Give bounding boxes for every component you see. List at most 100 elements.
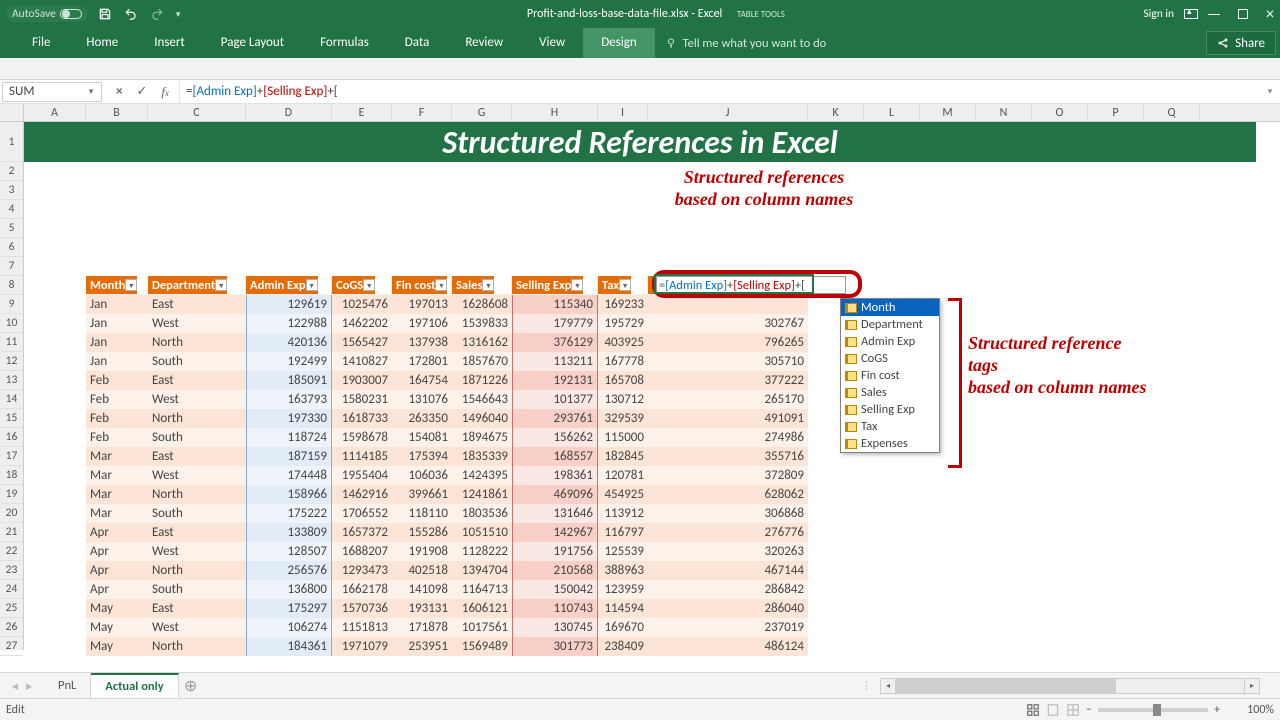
table-cell[interactable]: 301773 — [512, 637, 598, 656]
table-cell[interactable]: Jan — [86, 314, 148, 333]
row-header[interactable]: 24 — [0, 580, 23, 599]
table-cell[interactable]: Apr — [86, 523, 148, 542]
table-cell[interactable]: 164754 — [392, 371, 452, 390]
row-header[interactable]: 14 — [0, 390, 23, 409]
zoom-in-icon[interactable]: + — [1214, 703, 1220, 717]
table-cell[interactable]: 116797 — [598, 523, 648, 542]
accept-formula-icon[interactable]: ✓ — [136, 84, 147, 99]
table-cell[interactable]: 156262 — [512, 428, 598, 447]
table-cell[interactable]: 1835339 — [452, 447, 512, 466]
table-cell[interactable]: 1293473 — [332, 561, 392, 580]
intellisense-dropdown[interactable]: MonthDepartmentAdmin ExpCoGSFin costSale… — [840, 298, 940, 453]
table-header[interactable]: Tax▼ — [598, 276, 648, 295]
close-icon[interactable]: × — [1266, 5, 1274, 24]
table-cell[interactable]: 154081 — [392, 428, 452, 447]
table-cell[interactable]: East — [148, 523, 246, 542]
table-cell[interactable]: 131076 — [392, 390, 452, 409]
row-header[interactable]: 17 — [0, 447, 23, 466]
table-cell[interactable]: 118724 — [246, 428, 332, 447]
table-cell[interactable]: 136800 — [246, 580, 332, 599]
row-header[interactable]: 6 — [0, 238, 23, 257]
column-header[interactable]: D — [246, 104, 332, 122]
table-cell[interactable]: 1164713 — [452, 580, 512, 599]
table-cell[interactable]: 1410827 — [332, 352, 392, 371]
column-header[interactable]: I — [598, 104, 648, 122]
intellisense-item[interactable]: CoGS — [841, 350, 939, 367]
table-cell[interactable]: Mar — [86, 466, 148, 485]
table-cell[interactable]: 486124 — [648, 637, 808, 656]
horizontal-scrollbar[interactable]: ◂ ▸ — [880, 678, 1260, 694]
filter-dropdown-icon[interactable]: ▼ — [215, 279, 227, 291]
tab-insert[interactable]: Insert — [136, 28, 203, 58]
row-header[interactable]: 4 — [0, 200, 23, 219]
table-cell[interactable]: West — [148, 618, 246, 637]
spreadsheet-grid[interactable]: ABCDEFGHIJKLMNOPQ 1234567891011121314151… — [0, 104, 1280, 698]
table-cell[interactable]: 305710 — [648, 352, 808, 371]
fx-icon[interactable]: fx — [161, 84, 169, 100]
table-cell[interactable]: 274986 — [648, 428, 808, 447]
table-cell[interactable]: 1051510 — [452, 523, 512, 542]
table-cell[interactable]: 114594 — [598, 599, 648, 618]
table-cell[interactable]: 110743 — [512, 599, 598, 618]
row-header[interactable]: 15 — [0, 409, 23, 428]
table-cell[interactable]: 169670 — [598, 618, 648, 637]
intellisense-item[interactable]: Fin cost — [841, 367, 939, 384]
table-cell[interactable]: 1151813 — [332, 618, 392, 637]
table-cell[interactable]: 137938 — [392, 333, 452, 352]
tab-data[interactable]: Data — [387, 28, 448, 58]
table-cell[interactable]: 191756 — [512, 542, 598, 561]
row-header[interactable]: 13 — [0, 371, 23, 390]
table-header[interactable]: Sales▼ — [452, 276, 512, 295]
column-header[interactable]: F — [392, 104, 452, 122]
view-normal-icon[interactable] — [1026, 703, 1040, 717]
intellisense-item[interactable]: Tax — [841, 418, 939, 435]
table-cell[interactable]: 195729 — [598, 314, 648, 333]
sheet-tab-actual-only[interactable]: Actual only — [91, 673, 178, 698]
row-header[interactable]: 26 — [0, 618, 23, 637]
table-cell[interactable]: 491091 — [648, 409, 808, 428]
table-cell[interactable]: 191908 — [392, 542, 452, 561]
column-header[interactable]: A — [24, 104, 86, 122]
tell-me-input[interactable]: Tell me what you want to do — [665, 28, 827, 58]
table-cell[interactable]: 187159 — [246, 447, 332, 466]
table-cell[interactable]: 185091 — [246, 371, 332, 390]
table-cell[interactable]: 372809 — [648, 466, 808, 485]
filter-dropdown-icon[interactable]: ▼ — [435, 279, 447, 291]
table-cell[interactable]: 133809 — [246, 523, 332, 542]
table-cell[interactable]: 1539833 — [452, 314, 512, 333]
column-header[interactable]: Q — [1144, 104, 1200, 122]
table-cell[interactable]: 175394 — [392, 447, 452, 466]
table-cell[interactable]: 1565427 — [332, 333, 392, 352]
row-header[interactable]: 27 — [0, 637, 23, 656]
table-cell[interactable]: 355716 — [648, 447, 808, 466]
intellisense-item[interactable]: Month — [841, 299, 939, 316]
table-cell[interactable]: 118110 — [392, 504, 452, 523]
table-cell[interactable]: 142967 — [512, 523, 598, 542]
row-header[interactable]: 23 — [0, 561, 23, 580]
maximize-icon[interactable] — [1238, 9, 1248, 19]
table-cell[interactable]: 306868 — [648, 504, 808, 523]
column-header[interactable]: J — [648, 104, 808, 122]
table-cell[interactable]: 182845 — [598, 447, 648, 466]
table-cell[interactable]: 1903007 — [332, 371, 392, 390]
intellisense-item[interactable]: Department — [841, 316, 939, 333]
table-cell[interactable]: 1496040 — [452, 409, 512, 428]
table-cell[interactable]: 130745 — [512, 618, 598, 637]
undo-icon[interactable] — [124, 7, 138, 21]
filter-dropdown-icon[interactable]: ▼ — [363, 279, 375, 291]
row-header[interactable]: 20 — [0, 504, 23, 523]
table-cell[interactable]: Apr — [86, 580, 148, 599]
table-cell[interactable]: 171878 — [392, 618, 452, 637]
table-cell[interactable]: 1618733 — [332, 409, 392, 428]
table-cell[interactable]: 141098 — [392, 580, 452, 599]
formula-expand-icon[interactable]: ▾ — [1260, 86, 1280, 97]
row-header[interactable]: 11 — [0, 333, 23, 352]
table-cell[interactable]: 467144 — [648, 561, 808, 580]
table-cell[interactable]: 158966 — [246, 485, 332, 504]
minimize-icon[interactable] — [1208, 14, 1220, 20]
table-cell[interactable]: 377222 — [648, 371, 808, 390]
table-cell[interactable]: East — [148, 447, 246, 466]
table-cell[interactable]: 1955404 — [332, 466, 392, 485]
table-cell[interactable]: 388963 — [598, 561, 648, 580]
table-cell[interactable]: West — [148, 466, 246, 485]
